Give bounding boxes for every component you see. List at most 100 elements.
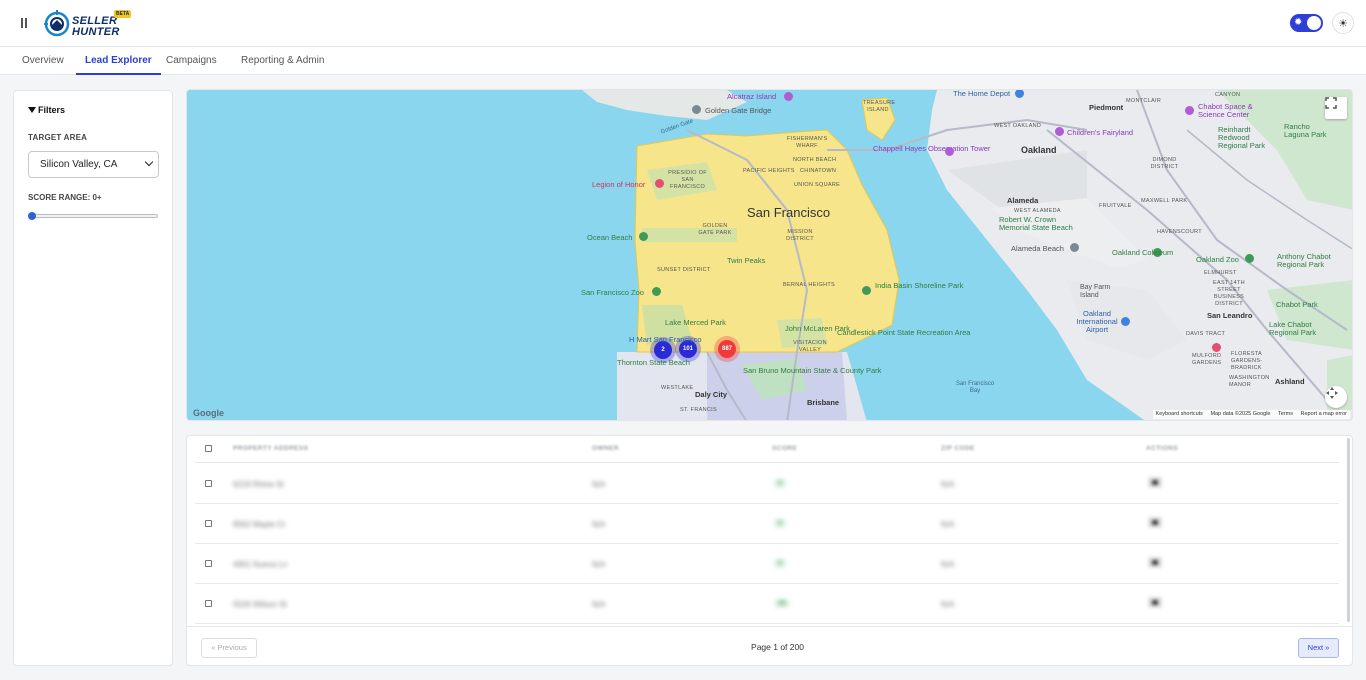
column-header-zip[interactable]: ZIP CODE [941,445,975,452]
map-pin-oakland-zoo-icon[interactable] [1245,254,1254,263]
map-pin-chappell-hayes-icon[interactable] [945,147,954,156]
map-pin-legion-of-honor-icon[interactable] [655,179,664,188]
row-owner: N/A [592,560,606,569]
map-pin-ocean-beach-icon[interactable] [639,232,648,241]
logo-target-icon [44,10,70,37]
map-label-union-square: UNION SQUARE [794,182,841,188]
row-action-button[interactable] [1148,517,1162,528]
report-map-error-link[interactable]: Report a map error [1301,411,1347,417]
seller-hunter-logo[interactable]: SELLER HUNTER BETA [44,9,136,39]
keyboard-shortcuts-link[interactable]: Keyboard shortcuts [1156,411,1203,417]
leads-table: PROPERTY ADDRESS OWNER SCORE ZIP CODE AC… [195,437,1339,625]
target-area-select[interactable]: Silicon Valley, CA [28,151,159,178]
row-action-button[interactable] [1148,477,1162,488]
map-label-chabot-space: Chabot Space & Science Center [1198,102,1253,119]
map-pin-hospital-icon[interactable] [1212,343,1221,352]
row-checkbox[interactable] [205,520,212,527]
map-pin-alameda-beach-icon[interactable] [1070,243,1079,252]
map-pin-childrens-fairyland-icon[interactable] [1055,127,1064,136]
row-zip: N/A [941,560,955,569]
theme-toggle[interactable]: ✹ [1290,14,1323,32]
column-header-owner[interactable]: OWNER [592,445,619,452]
row-checkbox[interactable] [205,480,212,487]
map-label-davis-tract: DAVIS TRACT [1186,331,1226,337]
table-row[interactable]: 6219 Rhine St N/A 0 N/A [195,464,1339,504]
score-range-label: SCORE RANGE: 0+ [28,193,102,202]
map-label-west-oakland: WEST OAKLAND [994,123,1042,129]
table-row[interactable]: 4901 Nueva Ln N/A 0 N/A [195,544,1339,584]
map-label-sf-zoo: San Francisco Zoo [581,288,644,297]
map-view[interactable]: 2 101 887 San Francisco Oakland Alameda … [186,89,1353,421]
toggle-knob [1307,16,1321,30]
column-header-score[interactable]: SCORE [772,445,797,452]
row-address: 6219 Rhine St [233,480,284,489]
map-label-ashland: Ashland [1275,377,1305,386]
score-range-thumb[interactable] [28,212,36,220]
map-label-oakland-coliseum: Oakland Coliseum [1112,248,1174,257]
map-label-india-basin: India Basin Shoreline Park [875,281,964,290]
tab-overview[interactable]: Overview [22,47,64,75]
map-label-pacific-heights: PACIFIC HEIGHTS [743,168,795,174]
row-owner: N/A [592,600,606,609]
target-area-value: Silicon Valley, CA [40,159,118,170]
row-checkbox[interactable] [205,560,212,567]
map-label-golden-gate-park: GOLDEN GATE PARK [698,223,732,236]
filters-panel: Filters TARGET AREA Silicon Valley, CA S… [13,90,173,666]
map-label-bay-farm: Bay Farm Island [1080,284,1111,299]
logo-text-hunter: HUNTER [72,26,120,38]
map-label-alameda: Alameda [1007,196,1039,205]
table-row[interactable]: 8562 Maple Ct N/A 0 N/A [195,504,1339,544]
pan-arrows-icon [1326,387,1338,399]
tab-reporting-admin[interactable]: Reporting & Admin [241,47,324,75]
row-action-button[interactable] [1148,597,1162,608]
map-label-oakland-airport: Oakland International Airport [1076,309,1118,334]
map-pin-sf-zoo-icon[interactable] [652,287,661,296]
map-pin-chabot-space-icon[interactable] [1185,106,1194,115]
pagination-bar: « Previous Page 1 of 200 Next » [187,626,1352,665]
score-range-slider[interactable] [30,214,158,218]
map-label-montclair: MONTCLAIR [1126,98,1162,104]
next-page-button[interactable]: Next » [1298,638,1339,658]
map-label-lake-chabot: Lake Chabot Regional Park [1269,320,1317,337]
map-label-daly-city: Daly City [695,390,728,399]
brightness-button[interactable]: ☀ [1332,12,1354,34]
row-score-badge: 0 [774,559,786,568]
row-zip: N/A [941,480,955,489]
tab-campaigns[interactable]: Campaigns [166,47,217,75]
map-pin-india-basin-icon[interactable] [862,286,871,295]
map-pin-oakland-airport-icon[interactable] [1121,317,1130,326]
menu-toggle-icon[interactable] [18,16,30,30]
table-scrollbar[interactable] [1347,438,1350,622]
map-label-floresta-gardens: FLORESTA GARDENS-BRADRICK [1231,351,1263,371]
map-pan-control[interactable] [1325,386,1347,408]
tab-lead-explorer[interactable]: Lead Explorer [76,47,161,75]
row-checkbox[interactable] [205,600,212,607]
table-row[interactable]: 5526 Wilson St N/A 36 N/A [195,584,1339,624]
fullscreen-button[interactable] [1325,97,1347,119]
map-label-twin-peaks: Twin Peaks [727,256,766,265]
map-pin-home-depot-icon[interactable] [1015,90,1024,98]
row-action-button[interactable] [1148,557,1162,568]
map-label-oakland: Oakland [1021,145,1057,155]
map-label-san-leandro: San Leandro [1207,311,1253,320]
terms-link[interactable]: Terms [1278,411,1293,417]
map-label-sunset-district: SUNSET DISTRICT [657,267,711,273]
map-pin-alcatraz-icon[interactable] [784,92,793,101]
map-attribution: Keyboard shortcuts Map data ©2025 Google… [1152,410,1350,419]
map-label-crown-beach: Robert W. Crown Memorial State Beach [999,215,1073,232]
column-header-address[interactable]: PROPERTY ADDRESS [233,445,308,452]
map-cluster-marker[interactable]: 887 [718,340,736,358]
brightness-icon: ☀ [1338,17,1348,30]
map-label-chappell-hayes: Chappell Hayes Observation Tower [873,144,991,153]
row-zip: N/A [941,600,955,609]
map-data-text: Map data ©2025 Google [1210,411,1271,417]
map-label-anthony-chabot: Anthony Chabot Regional Park [1277,252,1331,269]
select-all-checkbox[interactable] [205,445,212,452]
map-label-alcatraz: Alcatraz Island [727,92,777,101]
map-label-hmart: H Mart San Francisco [629,335,702,344]
map-label-home-depot: The Home Depot [953,89,1011,98]
map-label-brisbane: Brisbane [807,398,840,407]
map-pin-golden-gate-bridge-icon[interactable] [692,105,701,114]
row-score-badge: 0 [774,479,786,488]
map-label-havenscourt: HAVENSCOURT [1157,229,1202,235]
